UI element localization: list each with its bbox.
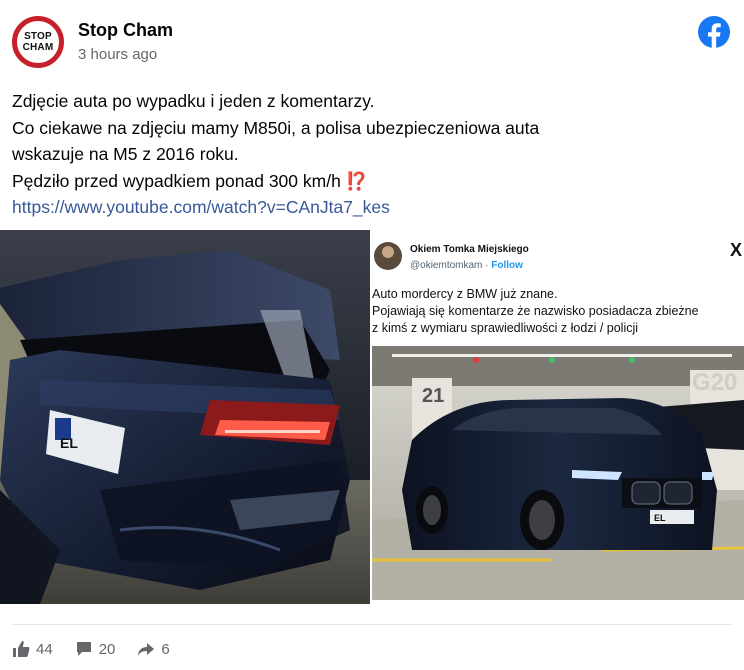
pillar-number: 21	[422, 385, 444, 407]
page-name-link[interactable]: Stop Cham	[78, 20, 173, 41]
avatar-text-stop: STOP	[24, 31, 52, 42]
comment-count-button[interactable]: 20	[75, 640, 116, 658]
reactions-divider	[12, 624, 732, 625]
post-body: Zdjęcie auta po wypadku i jeden z koment…	[12, 88, 712, 221]
post-text-line-2: Co ciekawe na zdjęciu mamy M850i, a poli…	[12, 117, 540, 138]
tweet-text-line-1: Auto mordercy z BMW już znane.	[372, 287, 557, 301]
crash-photo-graphic: EL	[0, 230, 370, 604]
tweet-author-name[interactable]: Okiem Tomka Miejskiego	[410, 244, 529, 255]
garage-plate-text: EL	[654, 513, 666, 523]
avatar-text-cham: CHAM	[22, 42, 54, 53]
reactions-bar: 44 20 6	[12, 638, 192, 660]
garage-photo[interactable]: 21 G20 EL	[372, 346, 744, 600]
like-count-button[interactable]: 44	[12, 640, 53, 658]
tweet-follow-link[interactable]: Follow	[491, 260, 523, 271]
post-text-line-3: wskazuje na M5 z 2016 roku.	[12, 144, 239, 164]
tweet-text-line-2: Pojawiają się komentarze że nazwisko pos…	[372, 304, 699, 318]
share-count-button[interactable]: 6	[137, 640, 170, 658]
exclamation-question-icon: ⁉️	[345, 170, 368, 191]
tweet-handle-line: @okiemtomkam · Follow	[410, 260, 523, 271]
comment-count: 20	[98, 640, 116, 658]
crash-plate-text: EL	[60, 435, 78, 451]
like-icon	[13, 641, 30, 657]
comment-icon	[76, 642, 91, 656]
tweet-text-line-3: z kimś z wymiaru sprawiedliwości z łodzi…	[372, 321, 638, 335]
tweet-separator: ·	[482, 260, 491, 271]
tweet-handle: @okiemtomkam	[410, 260, 482, 271]
post-text-line-4-text: Pędziło przed wypadkiem ponad 300 km/h	[12, 170, 341, 191]
share-icon	[138, 643, 155, 656]
post-text-line-4: Pędziło przed wypadkiem ponad 300 km/h ⁉…	[12, 168, 712, 195]
like-count: 44	[36, 640, 53, 658]
crash-photo[interactable]: EL	[0, 230, 370, 604]
facebook-logo-icon[interactable]	[698, 16, 730, 48]
x-logo-icon: X	[730, 240, 742, 260]
post-timestamp[interactable]: 3 hours ago	[78, 46, 157, 63]
post-header: STOP CHAM Stop Cham 3 hours ago	[12, 14, 732, 70]
share-count: 6	[161, 640, 170, 658]
post-text-line-1: Zdjęcie auta po wypadku i jeden z koment…	[12, 91, 375, 111]
garage-sign: G20	[692, 369, 737, 396]
page-avatar[interactable]: STOP CHAM	[12, 16, 64, 68]
tweet-screenshot[interactable]: Okiem Tomka Miejskiego @okiemtomkam · Fo…	[372, 230, 744, 604]
youtube-link[interactable]: https://www.youtube.com/watch?v=CAnJta7_…	[12, 197, 390, 217]
tweet-graphic: Okiem Tomka Miejskiego @okiemtomkam · Fo…	[372, 230, 744, 604]
